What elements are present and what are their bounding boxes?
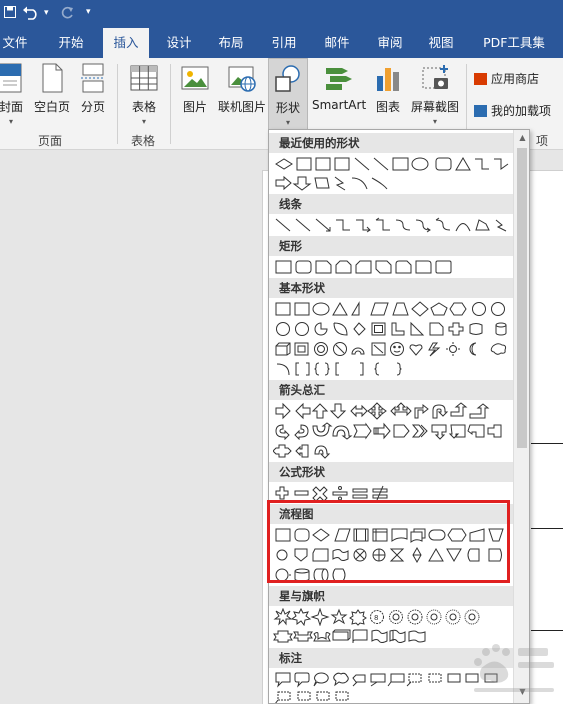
shapes-icon: [273, 63, 303, 95]
tab-pdf-tools[interactable]: PDF工具集: [474, 28, 554, 58]
section-stars-banners: 星与旗帜: [269, 586, 513, 606]
section-recent: 最近使用的形状: [269, 133, 513, 153]
screenshot-icon: [420, 62, 450, 94]
tab-home[interactable]: 开始: [50, 28, 92, 58]
tab-view[interactable]: 视图: [420, 28, 462, 58]
chart-icon: [373, 62, 403, 94]
tab-review[interactable]: 审阅: [369, 28, 411, 58]
ribbon-tabs: 文件 开始 插入 设计 布局 引用 邮件 审阅 视图 PDF工具集: [0, 28, 563, 58]
shape-row-recent-2[interactable]: [273, 174, 513, 194]
group-separator: [170, 64, 171, 144]
document-line: [531, 630, 563, 631]
shape-row-basic-3[interactable]: [273, 340, 513, 360]
tab-design[interactable]: 设计: [158, 28, 200, 58]
tables-group-label: 表格: [131, 134, 156, 148]
smartart-button[interactable]: SmartArt: [312, 62, 366, 112]
customize-icon[interactable]: ▾: [86, 7, 91, 17]
addins-icon: [474, 105, 487, 117]
shape-row-recent-1[interactable]: [273, 155, 513, 175]
chevron-down-icon: ▾: [432, 117, 437, 126]
tab-layout[interactable]: 布局: [210, 28, 252, 58]
title-bar: ▾ ▾: [0, 0, 563, 28]
picture-icon: [180, 62, 210, 94]
shapes-button[interactable]: 形状 ▾: [268, 58, 308, 130]
tab-references[interactable]: 引用: [263, 28, 305, 58]
shape-row-arrows-2[interactable]: [273, 422, 513, 442]
chart-button[interactable]: 图表: [370, 62, 406, 115]
picture-button[interactable]: 图片: [178, 62, 212, 115]
store-icon: [474, 73, 487, 85]
shape-row-stars-1[interactable]: 8: [273, 608, 513, 628]
addins-group-label: 项: [536, 134, 549, 148]
section-block-arrows: 箭头总汇: [269, 380, 513, 400]
cover-page-icon: [0, 62, 26, 94]
my-addins-button[interactable]: 我的加载项: [474, 102, 551, 119]
section-lines: 线条: [269, 194, 513, 214]
shapes-gallery: 最近使用的形状 线条 矩形 基本形状 箭头总汇 公式形状 流程图 星与旗帜 8 …: [268, 129, 530, 704]
cover-page-button[interactable]: 封面 ▾: [0, 62, 30, 126]
svg-text:8: 8: [374, 614, 378, 622]
shape-row-basic-4[interactable]: [273, 360, 513, 380]
chevron-down-icon: ▾: [8, 117, 13, 126]
chevron-down-icon: ▾: [285, 118, 290, 127]
redo-icon[interactable]: [60, 6, 74, 24]
section-basic-shapes: 基本形状: [269, 278, 513, 298]
chevron-down-icon: ▾: [141, 117, 146, 126]
smartart-icon: [324, 62, 354, 94]
online-picture-icon: [227, 62, 257, 94]
scroll-thumb[interactable]: [517, 148, 527, 448]
group-separator: [117, 64, 118, 144]
table-button[interactable]: 表格 ▾: [126, 62, 162, 126]
online-picture-button[interactable]: 联机图片: [217, 62, 267, 115]
blank-page-button[interactable]: 空白页: [32, 62, 72, 115]
undo-icon[interactable]: [22, 6, 40, 24]
document-line: [531, 528, 563, 529]
gallery-scrollbar[interactable]: ▲ ▼: [513, 130, 529, 703]
save-icon[interactable]: [4, 6, 16, 22]
page-break-icon: [78, 62, 108, 94]
section-rectangles: 矩形: [269, 236, 513, 256]
table-icon: [129, 62, 159, 94]
undo-dropdown-icon[interactable]: ▾: [44, 8, 49, 18]
scroll-up-icon[interactable]: ▲: [516, 131, 529, 145]
shape-row-arrows-3[interactable]: [273, 442, 513, 462]
shape-row-basic-1[interactable]: [273, 300, 513, 320]
tab-file[interactable]: 文件: [0, 28, 30, 58]
shape-row-arrows-1[interactable]: [273, 402, 513, 422]
blank-page-icon: [37, 62, 67, 94]
section-equation-shapes: 公式形状: [269, 462, 513, 482]
shape-row-lines[interactable]: [273, 216, 513, 236]
office-store-button[interactable]: 应用商店: [474, 70, 539, 87]
tab-mailings[interactable]: 邮件: [316, 28, 358, 58]
pages-group-label: 页面: [38, 134, 63, 148]
shape-row-basic-2[interactable]: [273, 320, 513, 340]
screenshot-button[interactable]: 屏幕截图 ▾: [408, 62, 462, 126]
tab-insert[interactable]: 插入: [103, 28, 149, 58]
page-break-button[interactable]: 分页: [76, 62, 110, 115]
flowchart-highlight-box: [267, 500, 510, 583]
watermark-logo: [466, 638, 561, 698]
document-line: [531, 443, 563, 444]
shape-row-rectangles[interactable]: [273, 258, 513, 278]
